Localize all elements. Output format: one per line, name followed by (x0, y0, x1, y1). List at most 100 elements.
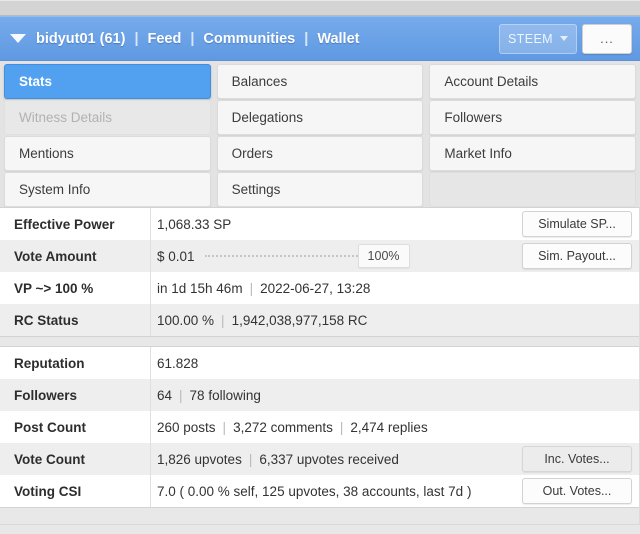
more-menu-button[interactable]: ... (582, 23, 632, 54)
table-row: Vote Count 1,826 upvotes | 6,337 upvotes re… (0, 443, 640, 475)
nav-link-feed[interactable]: Feed (148, 31, 182, 47)
window-chrome-strip (0, 0, 640, 16)
row-value: 100.00 % | 1,942,038,977,158 RC (150, 304, 522, 336)
row-label: Vote Amount (14, 248, 97, 264)
simulate-sp-button[interactable]: Simulate SP... (522, 211, 632, 237)
row-label: Reputation (14, 355, 85, 371)
row-value: in 1d 15h 46m | 2022-06-27, 13:28 (150, 272, 522, 304)
tab-mentions[interactable]: Mentions (4, 136, 211, 171)
tab-label: Balances (231, 74, 288, 89)
header-right-controls: STEEM ... (498, 23, 634, 54)
tab-delegations[interactable]: Delegations (216, 100, 424, 135)
tab-panel: Stats Balances Account Details Witness Deta… (0, 61, 640, 207)
chain-select[interactable]: STEEM (498, 23, 577, 54)
nav-separator-3: | (304, 30, 309, 47)
row-label: Voting CSI (14, 483, 82, 499)
tab-market-info[interactable]: Market Info (429, 136, 636, 171)
tab-grid: Stats Balances Account Details Witness Deta… (4, 64, 636, 207)
header-nav: bidyut01 (61) | Feed | Communities | Wal… (10, 17, 499, 60)
nav-separator-2: | (190, 30, 195, 47)
tab-label: Orders (231, 146, 273, 161)
row-value: 61.828 (150, 347, 522, 379)
value-part: 260 posts (157, 419, 216, 435)
value-separator: | (248, 451, 253, 467)
row-action-cell: Simulate SP... (522, 211, 640, 237)
tab-label: Delegations (231, 110, 303, 125)
tab-empty (429, 172, 636, 207)
tab-orders[interactable]: Orders (216, 136, 424, 171)
caret-down-icon (560, 36, 568, 41)
stats-table-primary: Effective Power 1,068.33 SP Simulate SP...… (0, 207, 640, 337)
value-part: 78 following (189, 387, 261, 403)
row-action-cell: Out. Votes... (522, 478, 640, 504)
table-row: Post Count 260 posts | 3,272 comments | 2,474… (0, 411, 640, 443)
table-row: Vote Amount $ 0.01 100% Sim. Payout... (0, 240, 640, 272)
nav-link-communities[interactable]: Communities (203, 31, 295, 47)
chain-select-label: STEEM (507, 31, 553, 46)
value-separator: | (222, 419, 227, 435)
row-action-cell: Sim. Payout... (522, 243, 640, 269)
table-row: Voting CSI 7.0 ( 0.00 % self, 125 upvotes… (0, 475, 640, 507)
row-label: Followers (14, 387, 78, 403)
value-part: in 1d 15h 46m (157, 280, 243, 296)
account-name-link[interactable]: bidyut01 (61) (36, 31, 125, 47)
app-window: bidyut01 (61) | Feed | Communities | Wal… (0, 0, 640, 534)
tab-label: System Info (19, 182, 91, 197)
table-row: Followers 64 | 78 following (0, 379, 640, 411)
bottom-strip (0, 524, 640, 534)
slider-percent-label: 100% (357, 244, 410, 268)
tab-label: Mentions (19, 146, 74, 161)
table-row: Effective Power 1,068.33 SP Simulate SP... (0, 208, 640, 240)
value-part: 1,068.33 SP (157, 216, 232, 232)
value-part: 3,272 comments (233, 419, 333, 435)
tab-label: Account Details (444, 74, 539, 89)
tab-stats[interactable]: Stats (4, 64, 211, 99)
row-value: 1,068.33 SP (150, 208, 522, 240)
row-value: 1,826 upvotes | 6,337 upvotes received (150, 443, 522, 475)
value-separator: | (221, 312, 225, 328)
value-part: 64 (157, 387, 173, 403)
row-value: $ 0.01 100% (150, 240, 522, 272)
value-separator: | (339, 419, 344, 435)
tab-settings[interactable]: Settings (216, 172, 424, 207)
chevron-down-icon[interactable] (10, 34, 26, 43)
out-votes-button[interactable]: Out. Votes... (522, 478, 632, 504)
table-row: RC Status 100.00 % | 1,942,038,977,158 RC (0, 304, 640, 336)
vote-weight-slider[interactable]: 100% (204, 244, 410, 268)
row-label: Effective Power (14, 216, 115, 232)
tab-label: Followers (444, 110, 503, 125)
value-part: 61.828 (157, 355, 199, 371)
row-label: RC Status (14, 312, 79, 328)
nav-link-wallet[interactable]: Wallet (317, 31, 359, 47)
value-part: 2022-06-27, 13:28 (260, 280, 371, 296)
value-part: 2,474 replies (350, 419, 428, 435)
inc-votes-button[interactable]: Inc. Votes... (522, 446, 632, 472)
tab-balances[interactable]: Balances (216, 64, 424, 99)
tab-label: Witness Details (19, 110, 113, 125)
row-label: Post Count (14, 419, 86, 435)
stats-table-secondary: Reputation 61.828 Followers 64 | 78 following… (0, 346, 640, 508)
value-part: 6,337 upvotes received (259, 451, 399, 467)
stats-content: Effective Power 1,068.33 SP Simulate SP...… (0, 207, 640, 534)
row-value: 64 | 78 following (150, 379, 522, 411)
slider-track[interactable] (204, 255, 365, 257)
row-action-cell: Inc. Votes... (522, 446, 640, 472)
row-label: Vote Count (14, 451, 85, 467)
table-row: Reputation 61.828 (0, 347, 640, 379)
table-row: VP ~> 100 % in 1d 15h 46m | 2022-06-27, 13:… (0, 272, 640, 304)
row-value: 260 posts | 3,272 comments | 2,474 replies (150, 411, 522, 443)
value-part: 1,826 upvotes (157, 451, 242, 467)
tab-label: Settings (231, 182, 281, 197)
tab-followers[interactable]: Followers (429, 100, 636, 135)
sim-payout-button[interactable]: Sim. Payout... (522, 243, 632, 269)
tab-system-info[interactable]: System Info (4, 172, 211, 207)
nav-separator-1: | (134, 30, 139, 47)
tab-witness-details[interactable]: Witness Details (4, 100, 211, 135)
row-label: VP ~> 100 % (14, 280, 94, 296)
tab-label: Market Info (444, 146, 512, 161)
tab-account-details[interactable]: Account Details (429, 64, 636, 99)
value-separator: | (179, 387, 183, 403)
value-part: 100.00 % (157, 312, 215, 328)
value-part: $ 0.01 (157, 248, 195, 264)
app-header: bidyut01 (61) | Feed | Communities | Wal… (0, 16, 640, 61)
